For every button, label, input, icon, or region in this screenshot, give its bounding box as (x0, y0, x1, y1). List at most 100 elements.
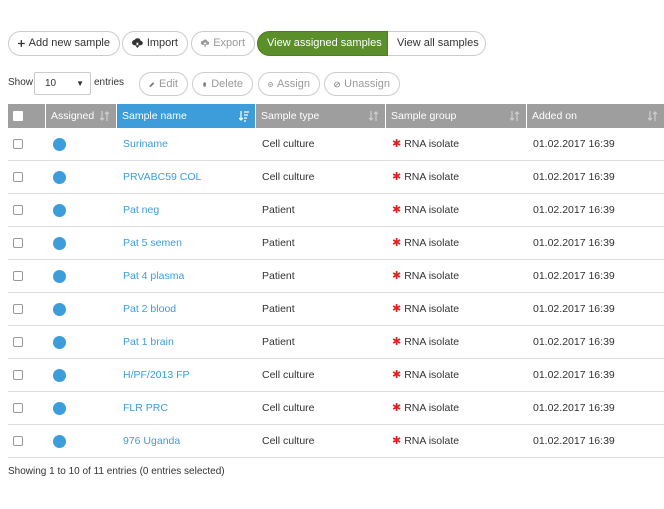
view-all-samples-label: View all samples (397, 37, 479, 49)
column-header-sample-type[interactable]: Sample type (256, 104, 386, 128)
sample-group-cell: ✱ RNA isolate (392, 128, 459, 161)
sample-type-cell: Cell culture (262, 369, 315, 381)
sample-group-cell: ✱ RNA isolate (392, 293, 459, 326)
select-all-checkbox[interactable] (13, 111, 23, 121)
row-checkbox[interactable] (13, 403, 23, 413)
table-info: Showing 1 to 10 of 11 entries (0 entries… (8, 466, 225, 477)
added-on-cell: 01.02.2017 16:39 (533, 402, 615, 414)
row-checkbox[interactable] (13, 238, 23, 248)
table-row[interactable]: Pat 4 plasma Patient ✱ RNA isolate 01.02.… (8, 260, 664, 293)
import-label: Import (146, 37, 178, 49)
sort-icon (100, 111, 110, 121)
asterisk-icon: ✱ (392, 270, 402, 282)
export-button[interactable]: Export (191, 31, 255, 56)
column-header-sample-name[interactable]: Sample name (117, 104, 256, 128)
caret-down-icon: ▼ (76, 79, 84, 88)
view-assigned-samples-label: View assigned samples (267, 37, 382, 49)
table-row[interactable]: Suriname Cell culture ✱ RNA isolate 01.02… (8, 128, 664, 161)
column-header-sample-group-label: Sample group (391, 110, 457, 122)
table-row[interactable]: H/PF/2013 FP Cell culture ✱ RNA isolate 0… (8, 359, 664, 392)
sample-group-cell: ✱ RNA isolate (392, 392, 459, 425)
sample-name-link[interactable]: Pat 1 brain (123, 326, 174, 359)
table-row[interactable]: Pat neg Patient ✱ RNA isolate 01.02.2017 … (8, 194, 664, 227)
unassign-button[interactable]: Unassign (324, 72, 400, 96)
table-row[interactable]: Pat 1 brain Patient ✱ RNA isolate 01.02.2… (8, 326, 664, 359)
assign-button[interactable]: Assign (258, 72, 320, 96)
row-checkbox[interactable] (13, 172, 23, 182)
ban-icon (334, 81, 340, 87)
sample-group-label: RNA isolate (404, 402, 460, 414)
row-checkbox[interactable] (13, 139, 23, 149)
sample-type-cell: Patient (262, 204, 295, 216)
page-length-select[interactable]: 10 ▼ (34, 72, 91, 95)
sample-name-link[interactable]: Pat 5 semen (123, 227, 182, 260)
sample-name-link[interactable]: H/PF/2013 FP (123, 359, 190, 392)
sort-ascending-icon (239, 111, 249, 122)
view-all-samples-button[interactable]: View all samples (388, 31, 486, 56)
assigned-indicator-icon (53, 270, 66, 283)
sample-name-link[interactable]: Suriname (123, 128, 168, 161)
assigned-indicator-icon (53, 303, 66, 316)
row-checkbox[interactable] (13, 337, 23, 347)
page-length-value: 10 (45, 78, 57, 89)
sample-group-label: RNA isolate (404, 270, 460, 282)
assigned-indicator-icon (53, 402, 66, 415)
sample-group-cell: ✱ RNA isolate (392, 194, 459, 227)
edit-button[interactable]: Edit (139, 72, 188, 96)
sample-name-link[interactable]: Pat neg (123, 194, 159, 227)
sample-group-label: RNA isolate (404, 435, 460, 447)
column-header-added-on-label: Added on (532, 110, 577, 122)
sample-group-cell: ✱ RNA isolate (392, 161, 459, 194)
assigned-indicator-icon (53, 237, 66, 250)
sample-name-link[interactable]: Pat 2 blood (123, 293, 176, 326)
table-row[interactable]: 976 Uganda Cell culture ✱ RNA isolate 01.… (8, 425, 664, 458)
asterisk-icon: ✱ (392, 336, 402, 348)
added-on-cell: 01.02.2017 16:39 (533, 270, 615, 282)
sample-group-cell: ✱ RNA isolate (392, 359, 459, 392)
row-checkbox[interactable] (13, 271, 23, 281)
sample-name-link[interactable]: FLR PRC (123, 392, 168, 425)
cloud-download-icon (132, 38, 143, 49)
sample-group-cell: ✱ RNA isolate (392, 227, 459, 260)
column-header-added-on[interactable]: Added on (527, 104, 664, 128)
row-checkbox[interactable] (13, 370, 23, 380)
column-header-sample-group[interactable]: Sample group (386, 104, 527, 128)
added-on-cell: 01.02.2017 16:39 (533, 303, 615, 315)
sample-group-label: RNA isolate (404, 336, 460, 348)
row-checkbox[interactable] (13, 205, 23, 215)
column-header-sample-name-label: Sample name (122, 110, 187, 122)
asterisk-icon: ✱ (392, 402, 402, 414)
row-checkbox[interactable] (13, 436, 23, 446)
table-row[interactable]: FLR PRC Cell culture ✱ RNA isolate 01.02.… (8, 392, 664, 425)
assigned-indicator-icon (53, 336, 66, 349)
asterisk-icon: ✱ (392, 303, 402, 315)
table-row[interactable]: PRVABC59 COL Cell culture ✱ RNA isolate 0… (8, 161, 664, 194)
assigned-indicator-icon (53, 204, 66, 217)
row-checkbox[interactable] (13, 304, 23, 314)
column-header-assigned-label: Assigned (51, 110, 95, 122)
table-row[interactable]: Pat 5 semen Patient ✱ RNA isolate 01.02.2… (8, 227, 664, 260)
assigned-indicator-icon (53, 138, 66, 151)
add-new-sample-button[interactable]: Add new sample (8, 31, 120, 56)
added-on-cell: 01.02.2017 16:39 (533, 435, 615, 447)
table-row[interactable]: Pat 2 blood Patient ✱ RNA isolate 01.02.2… (8, 293, 664, 326)
delete-button[interactable]: Delete (192, 72, 253, 96)
view-assigned-samples-button[interactable]: View assigned samples (257, 31, 388, 56)
sample-type-cell: Cell culture (262, 435, 315, 447)
export-label: Export (213, 37, 245, 49)
entries-label: entries (94, 77, 125, 88)
add-new-sample-label: Add new sample (28, 37, 110, 49)
column-header-assigned[interactable]: Assigned (46, 104, 117, 128)
sample-name-link[interactable]: 976 Uganda (123, 425, 180, 458)
sample-name-link[interactable]: PRVABC59 COL (123, 161, 201, 194)
sample-type-cell: Cell culture (262, 402, 315, 414)
sort-icon (510, 111, 520, 121)
added-on-cell: 01.02.2017 16:39 (533, 237, 615, 249)
edit-label: Edit (159, 77, 178, 90)
sample-name-link[interactable]: Pat 4 plasma (123, 260, 184, 293)
added-on-cell: 01.02.2017 16:39 (533, 336, 615, 348)
unassign-label: Unassign (344, 77, 390, 90)
sample-type-cell: Cell culture (262, 171, 315, 183)
pencil-icon (149, 81, 155, 87)
import-button[interactable]: Import (122, 31, 188, 56)
